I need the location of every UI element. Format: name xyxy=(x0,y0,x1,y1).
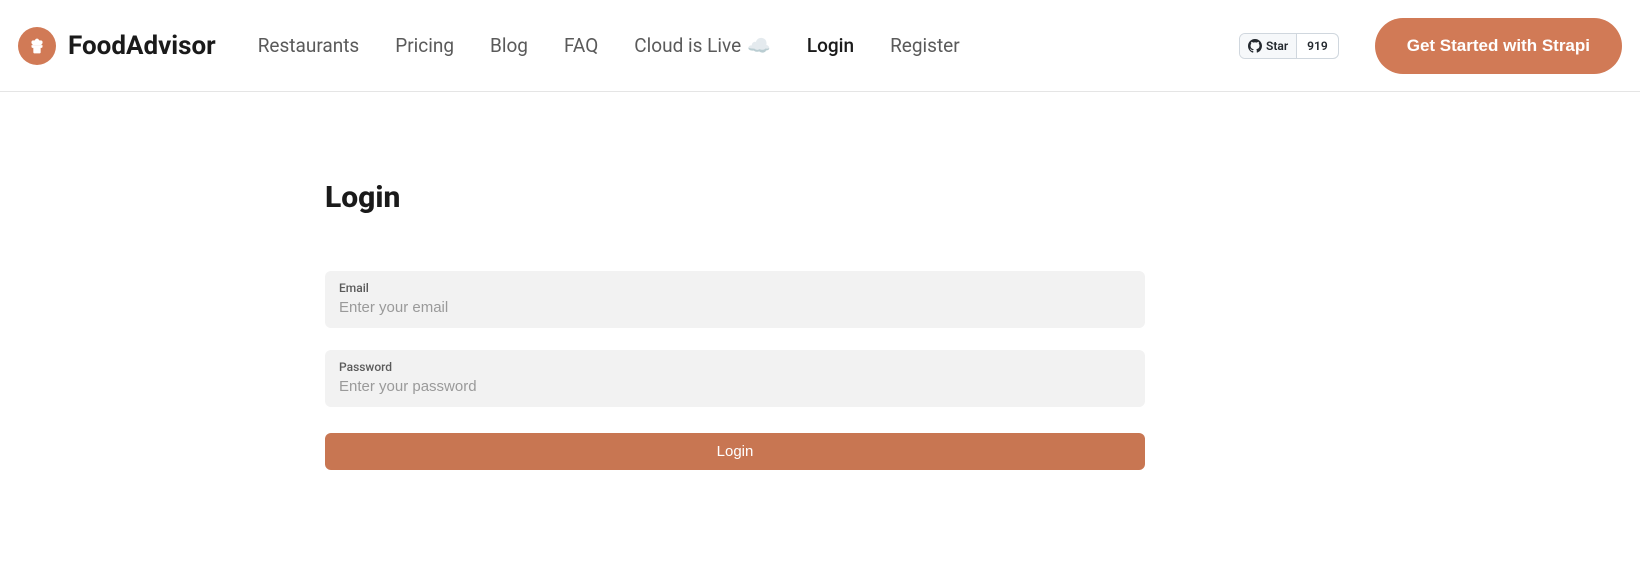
nav-item-cloud-label: Cloud is Live xyxy=(634,34,741,57)
logo-icon xyxy=(18,27,56,65)
main-nav: Restaurants Pricing Blog FAQ Cloud is Li… xyxy=(258,34,1239,57)
email-label: Email xyxy=(339,281,1131,295)
nav-item-pricing[interactable]: Pricing xyxy=(395,34,454,57)
brand[interactable]: FoodAdvisor xyxy=(18,27,216,65)
github-star-button[interactable]: Star xyxy=(1240,34,1297,58)
top-header: FoodAdvisor Restaurants Pricing Blog FAQ… xyxy=(0,0,1640,92)
password-field[interactable] xyxy=(339,378,1131,395)
brand-name: FoodAdvisor xyxy=(68,31,216,61)
page-title: Login xyxy=(325,180,1145,215)
cloud-icon: ☁️ xyxy=(747,34,771,57)
nav-item-restaurants[interactable]: Restaurants xyxy=(258,34,360,57)
login-button[interactable]: Login xyxy=(325,433,1145,470)
nav-item-register[interactable]: Register xyxy=(890,34,960,57)
github-star-count[interactable]: 919 xyxy=(1297,34,1338,58)
password-label: Password xyxy=(339,360,1131,374)
nav-item-cloud[interactable]: Cloud is Live ☁️ xyxy=(634,34,771,57)
nav-item-login[interactable]: Login xyxy=(807,34,854,57)
email-field-wrapper: Email xyxy=(325,271,1145,328)
password-field-wrapper: Password xyxy=(325,350,1145,407)
github-star-label: Star xyxy=(1266,39,1288,53)
header-right: Star 919 Get Started with Strapi xyxy=(1239,18,1622,74)
github-icon xyxy=(1248,39,1262,53)
nav-item-faq[interactable]: FAQ xyxy=(564,34,598,57)
github-widget: Star 919 xyxy=(1239,33,1339,59)
login-form: Email Password Login xyxy=(325,271,1145,470)
get-started-button[interactable]: Get Started with Strapi xyxy=(1375,18,1622,74)
email-field[interactable] xyxy=(339,299,1131,316)
main-content: Login Email Password Login xyxy=(325,92,1145,470)
nav-item-blog[interactable]: Blog xyxy=(490,34,528,57)
